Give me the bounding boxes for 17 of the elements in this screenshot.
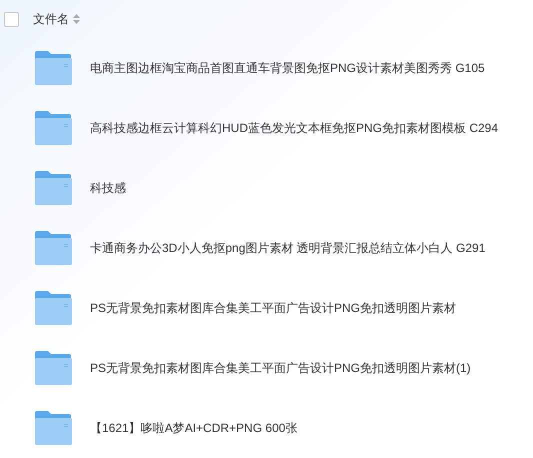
folder-icon [35, 51, 73, 85]
folder-name[interactable]: 卡通商务办公3D小人免抠png图片素材 透明背景汇报总结立体小白人 G291 [90, 239, 486, 257]
folder-name[interactable]: 科技感 [90, 179, 126, 197]
folder-icon [35, 351, 73, 385]
folder-name[interactable]: 【1621】哆啦A梦AI+CDR+PNG 600张 [90, 419, 298, 437]
folder-name[interactable]: 电商主图边框淘宝商品首图直通车背景图免抠PNG设计素材美图秀秀 G105 [90, 59, 485, 77]
folder-name[interactable]: PS无背景免扣素材图库合集美工平面广告设计PNG免扣透明图片素材(1) [90, 359, 471, 377]
sort-icon[interactable] [73, 14, 80, 24]
folder-name[interactable]: PS无背景免扣素材图库合集美工平面广告设计PNG免扣透明图片素材 [90, 299, 456, 317]
folder-icon [35, 111, 73, 145]
folder-name[interactable]: 高科技感边框云计算科幻HUD蓝色发光文本框免抠PNG免扣素材图模板 C294 [90, 119, 498, 137]
column-header[interactable]: 文件名 [33, 10, 69, 28]
folder-icon [35, 291, 73, 325]
folder-icon [35, 411, 73, 445]
folder-icon [35, 171, 73, 205]
folder-icon [35, 231, 73, 265]
select-all-checkbox[interactable] [4, 12, 19, 26]
